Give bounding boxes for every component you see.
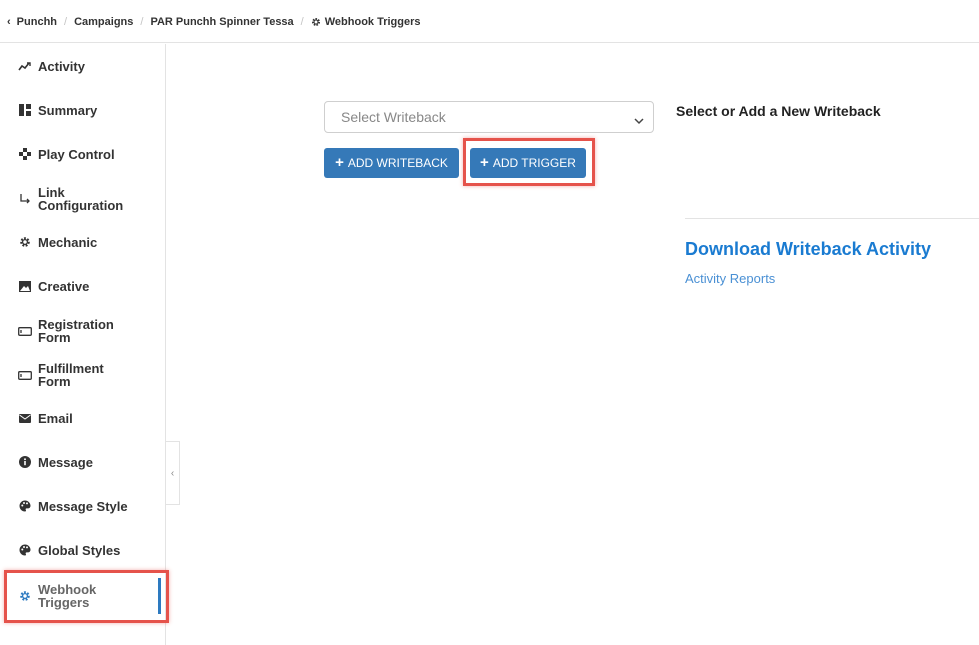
form-icon: [18, 324, 32, 338]
sidebar-item-email[interactable]: Email: [0, 408, 165, 428]
sidebar-item-global-styles[interactable]: Global Styles: [0, 540, 165, 560]
link-arrow-icon: [18, 192, 32, 206]
breadcrumb-item-punchh[interactable]: Punchh: [17, 16, 57, 28]
sidebar-item-summary[interactable]: Summary: [0, 100, 165, 120]
info-icon: [18, 455, 32, 469]
breadcrumb-item-campaign[interactable]: PAR Punchh Spinner Tessa: [150, 16, 293, 28]
highlight-webhook-triggers: [4, 570, 169, 623]
image-icon: [18, 279, 32, 293]
envelope-icon: [18, 411, 32, 425]
highlight-add-trigger: [463, 138, 595, 186]
sidebar-item-label: Registration Form: [38, 317, 114, 345]
sidebar-item-label: Summary: [38, 102, 98, 118]
form-icon: [18, 368, 32, 382]
sidebar: Activity Summary Play Control Link Confi…: [0, 44, 166, 645]
sidebar-item-label: Play Control: [38, 146, 115, 162]
palette-icon: [18, 499, 32, 513]
breadcrumb-separator: /: [64, 16, 68, 28]
sidebar-item-label: Email: [38, 410, 73, 426]
sidebar-item-creative[interactable]: Creative: [0, 276, 165, 296]
writeback-select[interactable]: Select Writeback: [324, 101, 654, 133]
sidebar-item-message-style[interactable]: Message Style: [0, 496, 165, 516]
chevron-left-icon[interactable]: ‹: [7, 16, 11, 28]
sidebar-item-label: Global Styles: [38, 542, 121, 558]
top-bar: ‹ Punchh / Campaigns / PAR Punchh Spinne…: [0, 0, 979, 43]
sidebar-item-label: Mechanic: [38, 234, 98, 250]
sidebar-item-message[interactable]: Message: [0, 452, 165, 472]
breadcrumb-separator: /: [140, 16, 144, 28]
chevron-left-icon: ‹: [170, 467, 175, 479]
chevron-down-icon: [634, 113, 644, 129]
divider: [685, 218, 979, 219]
sidebar-item-link-configuration[interactable]: Link Configuration: [0, 184, 165, 214]
sidebar-item-label: Message: [38, 454, 93, 470]
sidebar-item-mechanic[interactable]: Mechanic: [0, 232, 165, 252]
sidebar-item-activity[interactable]: Activity: [0, 56, 165, 76]
writeback-select-value: Select Writeback: [341, 109, 446, 125]
download-activity-title[interactable]: Download Writeback Activity: [685, 239, 931, 260]
summary-icon: [18, 103, 32, 117]
breadcrumb-item-current: Webhook Triggers: [324, 16, 421, 28]
sidebar-item-label: Fulfillment Form: [38, 361, 104, 389]
add-writeback-label: ADD WRITEBACK: [347, 156, 448, 170]
sidebar-item-registration-form[interactable]: Registration Form: [0, 316, 165, 346]
play-control-icon: [18, 147, 32, 161]
sidebar-item-play-control[interactable]: Play Control: [0, 144, 165, 164]
sidebar-item-label: Message Style: [38, 498, 128, 514]
activity-icon: [18, 59, 32, 73]
sidebar-collapse-handle[interactable]: ‹: [166, 441, 180, 505]
breadcrumb: ‹ Punchh / Campaigns / PAR Punchh Spinne…: [7, 15, 421, 29]
gear-icon: [311, 17, 321, 27]
palette-icon: [18, 543, 32, 557]
sidebar-item-label: Link Configuration: [38, 185, 124, 213]
gear-icon: [18, 235, 32, 249]
breadcrumb-separator: /: [300, 16, 304, 28]
writeback-heading: Select or Add a New Writeback: [676, 103, 881, 119]
plus-icon: +: [335, 154, 344, 171]
breadcrumb-item-campaigns[interactable]: Campaigns: [74, 16, 133, 28]
activity-reports-link[interactable]: Activity Reports: [685, 271, 775, 286]
sidebar-item-label: Creative: [38, 278, 90, 294]
sidebar-item-label: Activity: [38, 58, 85, 74]
add-writeback-button[interactable]: + ADD WRITEBACK: [324, 148, 459, 178]
sidebar-item-fulfillment-form[interactable]: Fulfillment Form: [0, 360, 165, 390]
